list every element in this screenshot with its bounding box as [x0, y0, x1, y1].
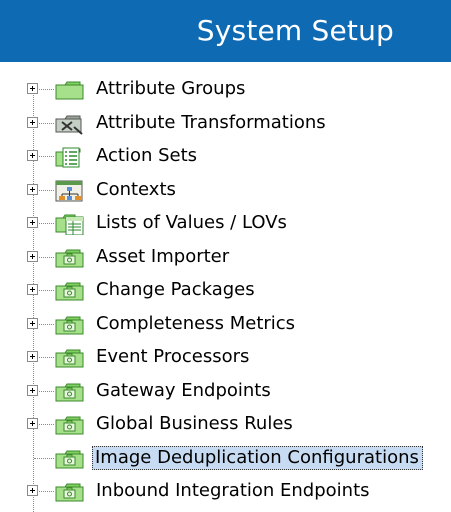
tree-node-label[interactable]: Attribute Transformations	[94, 111, 329, 135]
expand-toggle-icon[interactable]	[27, 485, 38, 496]
tree-node[interactable]: Global Business Rules	[0, 410, 451, 438]
tree-node-label[interactable]: Action Sets	[94, 144, 200, 168]
page-title: System Setup	[196, 14, 394, 47]
tree-node[interactable]: Image Deduplication Configurations	[0, 444, 451, 472]
tree-node-label[interactable]: Asset Importer	[94, 245, 232, 269]
tree-node[interactable]: Lists of Values / LOVs	[0, 209, 451, 237]
context-hierarchy-icon	[54, 180, 86, 202]
tree-node[interactable]: Attribute Transformations	[0, 109, 451, 137]
setup-tree[interactable]: Attribute Groups Attribute Transformation…	[0, 62, 451, 512]
expand-toggle-icon[interactable]	[27, 384, 38, 396]
setup-folder-icon	[54, 481, 86, 503]
tree-node[interactable]: Event Processors	[0, 343, 451, 371]
setup-folder-icon	[54, 347, 86, 369]
expand-toggle-icon[interactable]	[27, 418, 38, 429]
action-set-icon	[54, 146, 86, 168]
tree-node-label[interactable]: Attribute Groups	[94, 77, 248, 101]
folder-icon	[54, 79, 86, 101]
tree-node-label[interactable]: Global Business Rules	[94, 412, 296, 436]
tree-node-label[interactable]: Image Deduplication Configurations	[92, 445, 423, 470]
tree-node[interactable]: Action Sets	[0, 142, 451, 170]
tree-node[interactable]: Inbound Integration Endpoints	[0, 477, 451, 505]
expand-toggle-icon[interactable]	[27, 150, 38, 161]
tree-node-label[interactable]: Change Packages	[94, 278, 258, 302]
tree-branch-line	[34, 457, 54, 459]
expand-toggle-icon[interactable]	[27, 83, 38, 94]
setup-folder-icon	[54, 314, 86, 336]
expand-toggle-icon[interactable]	[27, 284, 38, 295]
list-of-values-icon	[54, 213, 86, 235]
tree-node-label[interactable]: Lists of Values / LOVs	[94, 211, 290, 235]
setup-folder-icon	[54, 448, 86, 470]
tree-node[interactable]: Contexts	[0, 176, 451, 204]
setup-folder-icon	[54, 414, 86, 436]
tree-node[interactable]: Change Packages	[0, 276, 451, 304]
tree-node-label[interactable]: Inbound Integration Endpoints	[94, 479, 373, 503]
setup-folder-icon	[54, 280, 86, 302]
title-bar: System Setup	[0, 0, 451, 62]
tree-node[interactable]: Gateway Endpoints	[0, 377, 451, 405]
tree-node[interactable]: Completeness Metrics	[0, 310, 451, 338]
expand-toggle-icon[interactable]	[27, 351, 38, 362]
expand-toggle-icon[interactable]	[27, 217, 38, 228]
setup-folder-icon	[54, 381, 86, 403]
tree-node-label[interactable]: Event Processors	[94, 345, 252, 369]
tree-node-label[interactable]: Contexts	[94, 178, 179, 202]
attribute-transformation-icon	[54, 113, 86, 135]
expand-toggle-icon[interactable]	[27, 250, 38, 262]
expand-toggle-icon[interactable]	[27, 183, 38, 195]
expand-toggle-icon[interactable]	[27, 116, 38, 128]
tree-node[interactable]: Asset Importer	[0, 243, 451, 271]
expand-toggle-icon[interactable]	[27, 317, 38, 329]
tree-node-label[interactable]: Completeness Metrics	[94, 312, 298, 336]
tree-node[interactable]: Attribute Groups	[0, 75, 451, 103]
setup-folder-icon	[54, 247, 86, 269]
tree-node-label[interactable]: Gateway Endpoints	[94, 379, 274, 403]
